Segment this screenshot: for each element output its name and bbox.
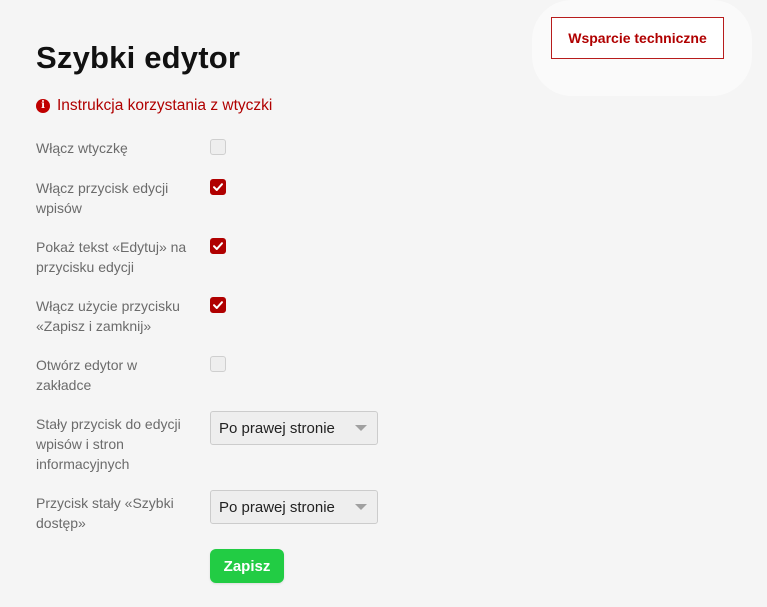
- setting-label-show-edit-text: Pokaż tekst «Edytuj» na przycisku edycji: [36, 239, 187, 275]
- setting-label-open-in-tab: Otwórz edytor w zakładce: [36, 357, 138, 393]
- open-in-tab-checkbox[interactable]: [210, 356, 226, 372]
- select-value: Po prawej stronie: [219, 499, 335, 516]
- check-icon: [213, 301, 223, 309]
- check-icon: [213, 183, 223, 191]
- dropdown-arrow-icon: [355, 425, 367, 431]
- select-value: Po prawej stronie: [219, 420, 335, 437]
- support-button[interactable]: Wsparcie techniczne: [551, 17, 724, 59]
- quick-access-select[interactable]: Po prawej stronie: [210, 490, 378, 524]
- enable-plugin-checkbox[interactable]: [210, 139, 226, 155]
- instructions-link[interactable]: i Instrukcja korzystania z wtyczki: [36, 97, 272, 115]
- setting-label-enable-plugin: Włącz wtyczkę: [36, 140, 128, 156]
- check-icon: [213, 242, 223, 250]
- info-icon: i: [36, 99, 50, 113]
- setting-label-save-close: Włącz użycie przycisku «Zapisz i zamknij…: [36, 298, 180, 334]
- setting-label-edit-button: Włącz przycisk edycji wpisów: [36, 180, 169, 216]
- save-button[interactable]: Zapisz: [210, 549, 284, 583]
- settings-page: Wsparcie techniczne Szybki edytor i Inst…: [0, 0, 767, 607]
- page-title: Szybki edytor: [36, 40, 241, 75]
- setting-label-quick-access: Przycisk stały «Szybki dostęp»: [36, 495, 174, 531]
- dropdown-arrow-icon: [355, 504, 367, 510]
- setting-label-fixed-edit-button: Stały przycisk do edycji wpisów i stron …: [36, 416, 181, 472]
- fixed-edit-button-select[interactable]: Po prawej stronie: [210, 411, 378, 445]
- save-close-checkbox[interactable]: [210, 297, 226, 313]
- edit-button-checkbox[interactable]: [210, 179, 226, 195]
- instructions-link-label: Instrukcja korzystania z wtyczki: [57, 97, 273, 114]
- show-edit-text-checkbox[interactable]: [210, 238, 226, 254]
